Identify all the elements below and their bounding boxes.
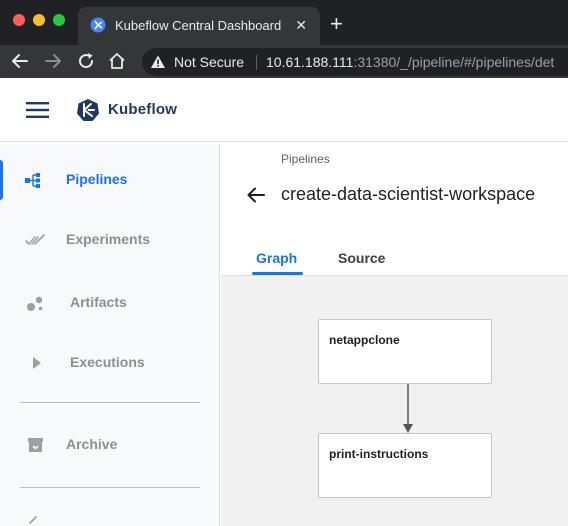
forward-icon[interactable]	[43, 51, 63, 71]
browser-tab-title: Kubeflow Central Dashboard	[115, 18, 282, 33]
browser-toolbar: Not Secure 10.61.188.111:31380/_/pipelin…	[0, 45, 568, 78]
pipelines-icon	[25, 173, 40, 188]
new-tab-icon[interactable]: +	[330, 13, 343, 35]
security-status[interactable]: Not Secure	[174, 54, 244, 70]
hamburger-menu-icon[interactable]	[26, 101, 50, 119]
address-bar[interactable]: Not Secure 10.61.188.111:31380/_/pipelin…	[142, 48, 568, 76]
sidebar-item-artifacts[interactable]: Artifacts	[0, 279, 220, 327]
back-arrow-icon[interactable]	[245, 184, 267, 206]
browser-tab[interactable]: Kubeflow Central Dashboard ✕	[78, 7, 320, 45]
reload-icon[interactable]	[76, 51, 96, 71]
tab-graph[interactable]: Graph	[256, 250, 297, 266]
main-content: Pipelines create-data-scientist-workspac…	[221, 143, 568, 526]
sidebar-item-executions[interactable]: Executions	[0, 339, 220, 387]
archive-icon	[28, 438, 43, 452]
breadcrumb[interactable]: Pipelines	[281, 152, 330, 166]
back-icon[interactable]	[10, 51, 30, 71]
graph-node-print-instructions[interactable]: print-instructions	[318, 433, 492, 498]
url-host: 10.61.188.111	[266, 54, 354, 70]
kubeflow-logo-icon[interactable]	[76, 98, 100, 122]
sidebar-item-pipelines[interactable]: Pipelines	[0, 156, 220, 204]
sidebar-item-label: Archive	[66, 436, 118, 452]
sidebar-divider	[20, 487, 200, 488]
experiments-icon	[25, 234, 45, 246]
warning-icon[interactable]	[150, 54, 166, 70]
page-title: create-data-scientist-workspace	[281, 184, 536, 204]
graph-node-label: print-instructions	[329, 447, 429, 461]
brand-name[interactable]: Kubeflow	[108, 101, 177, 118]
tab-close-icon[interactable]: ✕	[295, 16, 307, 34]
collapse-chevron-icon[interactable]	[26, 515, 40, 526]
sidebar-item-label: Experiments	[66, 231, 151, 247]
pipeline-graph-canvas[interactable]: netappclone print-instructions	[221, 276, 568, 526]
address-separator	[256, 55, 257, 70]
active-indicator	[0, 160, 3, 200]
window-close-button[interactable]	[13, 14, 25, 26]
url-path: :31380/_/pipeline/#/pipelines/det	[353, 54, 555, 70]
executions-icon	[33, 357, 41, 369]
app-header: Kubeflow	[0, 78, 568, 142]
window-minimize-button[interactable]	[33, 14, 45, 26]
browser-tabstrip: Kubeflow Central Dashboard ✕ +	[0, 0, 568, 45]
sidebar-item-label: Pipelines	[66, 171, 128, 187]
artifacts-icon	[27, 296, 43, 311]
window-maximize-button[interactable]	[53, 14, 65, 26]
sidebar-divider	[20, 402, 200, 403]
kubeflow-favicon-icon	[90, 17, 106, 33]
sidebar-item-label: Artifacts	[70, 294, 127, 310]
home-icon[interactable]	[107, 51, 127, 71]
sidebar-item-experiments[interactable]: Experiments	[0, 216, 220, 264]
sidebar-item-label: Executions	[70, 354, 145, 370]
tab-source[interactable]: Source	[338, 250, 385, 266]
url-text[interactable]: 10.61.188.111:31380/_/pipeline/#/pipelin…	[266, 54, 554, 70]
sidebar: Pipelines Experiments Artifacts Executio…	[0, 143, 220, 526]
sidebar-item-archive[interactable]: Archive	[0, 421, 220, 469]
